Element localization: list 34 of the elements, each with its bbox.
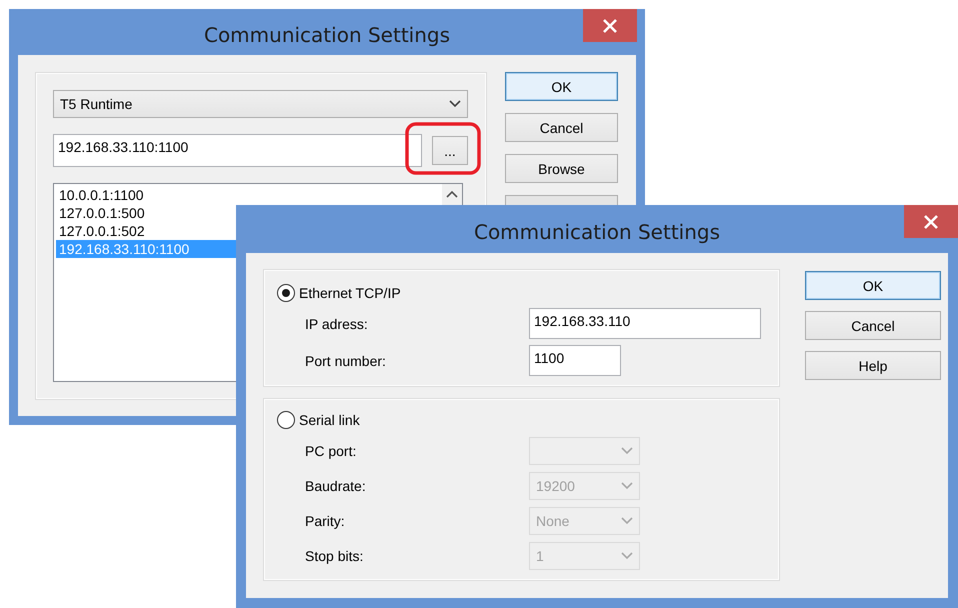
dialog-button[interactable]: OK bbox=[805, 271, 941, 300]
window-title: Communication Settings bbox=[474, 220, 720, 244]
chevron-icon bbox=[621, 552, 633, 560]
field-label: Port number: bbox=[305, 352, 387, 368]
list-item[interactable]: 10.0.0.1:1100 bbox=[56, 186, 442, 204]
radio-button[interactable] bbox=[277, 284, 295, 302]
dialog-button[interactable]: Browse bbox=[505, 154, 618, 183]
input-field[interactable]: 192.168.33.110 bbox=[529, 308, 761, 339]
dialog-button[interactable]: Help bbox=[805, 351, 941, 380]
ellipsis-button[interactable]: ... bbox=[432, 136, 468, 165]
dropdown[interactable]: T5 Runtime bbox=[53, 90, 468, 118]
chevron-icon bbox=[621, 517, 633, 525]
dialog-button[interactable]: OK bbox=[505, 72, 618, 101]
field-label: Parity: bbox=[305, 513, 346, 529]
field-label: IP adress: bbox=[305, 316, 369, 332]
close-icon bbox=[603, 18, 617, 32]
input-field[interactable]: 192.168.33.110:1100 bbox=[53, 134, 422, 167]
field-label: PC port: bbox=[305, 443, 358, 459]
chevron-up-icon bbox=[446, 190, 458, 198]
chevron-icon bbox=[621, 482, 633, 490]
radio-button[interactable] bbox=[277, 411, 295, 429]
field-label: Baudrate: bbox=[305, 478, 367, 494]
window-title: Communication Settings bbox=[204, 23, 450, 47]
close-button[interactable] bbox=[904, 205, 958, 238]
dialog-button[interactable]: Cancel bbox=[505, 113, 618, 142]
dialog-button[interactable]: Cancel bbox=[805, 311, 941, 340]
radio-label: Ethernet TCP/IP bbox=[299, 285, 401, 301]
chevron-icon bbox=[621, 447, 633, 455]
radio-label: Serial link bbox=[299, 412, 360, 428]
input-field[interactable]: 1100 bbox=[529, 345, 621, 376]
close-button[interactable] bbox=[583, 9, 637, 42]
field-label: Stop bits: bbox=[305, 548, 364, 564]
chevron-icon bbox=[449, 100, 461, 108]
close-icon bbox=[924, 214, 938, 228]
